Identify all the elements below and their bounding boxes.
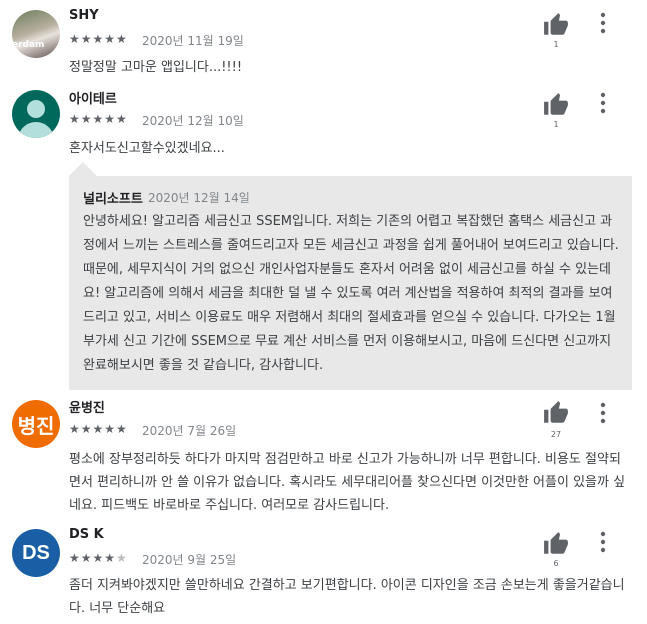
review-text: 정말정말 고마운 앱입니다...!!!!: [69, 60, 243, 75]
review-date: 2020년 9월 25일: [142, 553, 237, 567]
star-rating: ★★★★★: [69, 422, 128, 436]
star-rating: ★★★★★: [69, 112, 128, 126]
thumb-up-icon[interactable]: [543, 400, 569, 426]
reviewer-name: SHY: [69, 8, 99, 23]
avatar[interactable]: [12, 90, 60, 138]
developer-name: 널리소프트: [83, 192, 143, 207]
avatar-photo-text: erdam: [12, 40, 45, 50]
review-text: 좀더 지켜봐야겠지만 쓸만하네요 간결하고 보기편합니다. 아이콘 디자인을 조…: [69, 578, 625, 616]
developer-reply: 널리소프트 2020년 12월 14일 안녕하세요! 알고리즘 세금신고 SSE…: [69, 162, 632, 390]
review-date: 2020년 7월 26일: [142, 424, 237, 438]
thumb-up-icon[interactable]: [543, 531, 569, 557]
like-count: 27: [550, 430, 562, 439]
review-date: 2020년 11월 19일: [142, 34, 244, 48]
review-text: 평소에 장부정리하듯 하다가 마지막 점검만하고 바로 신고가 가능하니까 너무…: [69, 452, 626, 513]
avatar[interactable]: 병진: [12, 400, 60, 448]
thumb-up-icon[interactable]: [543, 92, 569, 118]
reviewer-name: 아이테르: [69, 92, 117, 107]
avatar-text: 병진: [17, 415, 55, 438]
more-vert-icon[interactable]: [596, 402, 610, 424]
like-count: 6: [553, 559, 559, 568]
more-vert-icon[interactable]: [596, 531, 610, 553]
reply-text: 안녕하세요! 알고리즘 세금신고 SSEM입니다. 저희는 기존의 어렵고 복잡…: [83, 214, 619, 373]
avatar-text: DS: [22, 541, 50, 564]
avatar[interactable]: DS: [12, 529, 60, 577]
more-vert-icon[interactable]: [596, 12, 610, 34]
review-text: 혼자서도신고할수있겠네요...: [69, 141, 225, 156]
like-count: 1: [553, 40, 559, 49]
like-count: 1: [553, 120, 559, 129]
more-vert-icon[interactable]: [596, 92, 610, 114]
reviewer-name: DS K: [69, 527, 104, 542]
reply-pointer: [69, 162, 97, 176]
avatar[interactable]: erdam: [12, 10, 60, 58]
star-rating: ★★★★★: [69, 551, 128, 565]
star-rating: ★★★★★: [69, 32, 128, 46]
thumb-up-icon[interactable]: [543, 12, 569, 38]
reply-date: 2020년 12월 14일: [148, 191, 250, 205]
reviewer-name: 윤병진: [69, 401, 105, 416]
default-user-icon: [18, 100, 54, 138]
review-date: 2020년 12월 10일: [142, 114, 244, 128]
